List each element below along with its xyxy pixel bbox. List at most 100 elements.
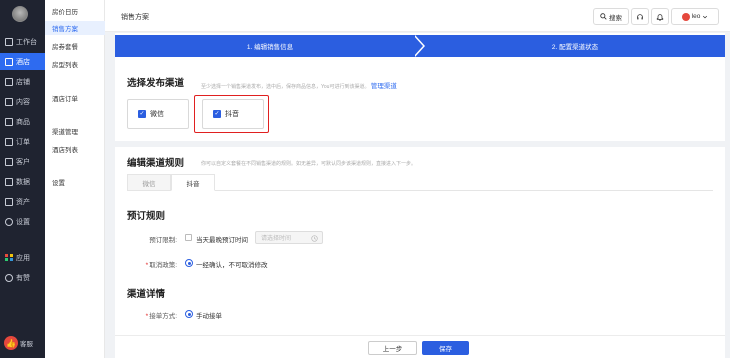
manage-channel-link[interactable]: 管理渠道 [371, 83, 397, 90]
channel-hint-text: 至少选择一个销售渠道发布，选中后，保存商品信息，You可进行到该渠道。 [201, 84, 370, 90]
notification-button[interactable] [651, 8, 669, 25]
save-button[interactable]: 保存 [422, 341, 469, 355]
main-content: 1. 编辑销售信息 2. 配置渠道状态 选择发布渠道 至少选择一个销售渠道发布，… [115, 33, 725, 358]
user-avatar-icon [681, 12, 690, 21]
avatar[interactable] [12, 6, 28, 22]
search-icon [600, 13, 607, 20]
checkbox-checked-icon[interactable]: ✓ [138, 110, 146, 118]
subnav-item-calendar[interactable]: 房价日历 [45, 4, 105, 18]
user-icon [5, 157, 13, 166]
footer-bar: 上一步 保存 [115, 335, 725, 358]
nav-label: 资产 [16, 198, 30, 206]
page-title: 销售方案 [121, 14, 149, 21]
user-menu[interactable]: leo [671, 8, 719, 25]
order-icon [5, 137, 13, 146]
subnav-item-settings[interactable]: 设置 [45, 175, 105, 189]
channel-option-wechat[interactable]: ✓ 微信 [127, 99, 189, 129]
subnav-item-sales-plan[interactable]: 销售方案 [45, 21, 105, 35]
subnav-item-room-types[interactable]: 房型列表 [45, 57, 105, 71]
cancel-policy-radio[interactable] [185, 259, 193, 267]
nav-label: 有赞 [16, 274, 30, 282]
monitor-icon [5, 37, 13, 46]
hotel-icon [5, 57, 13, 66]
chart-icon [5, 177, 13, 186]
kefu-label: 客服 [20, 341, 33, 348]
rules-section-title: 编辑渠道规则 [127, 158, 185, 169]
time-placeholder: 请选择时间 [261, 236, 292, 242]
step-indicator: 1. 编辑销售信息 2. 配置渠道状态 [115, 35, 725, 57]
highlight-box [194, 95, 269, 133]
goods-icon [5, 117, 13, 126]
bell-icon [656, 13, 664, 21]
app-root: 工作台 酒店 店铺 内容 商品 订单 客户 数据 资产 设置 应用 有赞 👍 客服… [0, 0, 730, 358]
booking-section-title: 预订规则 [127, 211, 166, 222]
rules-hint: 你可以自定义套餐在不同销售渠道的规则。如无差异，可默认同步该渠道规则，直接进入下… [201, 161, 417, 167]
store-icon [5, 77, 13, 86]
nav-label: 订单 [16, 138, 30, 146]
customer-service[interactable]: 👍 客服 [4, 336, 33, 350]
nav-item-content[interactable]: 内容 [0, 93, 45, 110]
nav-item-order[interactable]: 订单 [0, 133, 45, 150]
step-1: 1. 编辑销售信息 [115, 35, 425, 57]
accept-mode-label: *接单方式: [135, 310, 177, 320]
accept-mode-radio[interactable] [185, 310, 193, 318]
clock-icon [311, 235, 318, 242]
nav-item-hotel[interactable]: 酒店 [0, 53, 45, 70]
booking-limit-option: 当天最晚预订时间 [196, 237, 248, 244]
prev-step-button[interactable]: 上一步 [368, 341, 417, 355]
accept-mode-label-text: 接单方式: [149, 313, 177, 320]
nav-item-settings[interactable]: 设置 [0, 213, 45, 230]
nav-item-asset[interactable]: 资产 [0, 193, 45, 210]
nav-item-youzan[interactable]: 有赞 [0, 269, 45, 286]
nav-label: 设置 [16, 218, 30, 226]
channel-hint: 至少选择一个销售渠道发布，选中后，保存商品信息，You可进行到该渠道。 管理渠道 [201, 80, 397, 90]
content-icon [5, 97, 13, 106]
nav-label: 工作台 [16, 38, 37, 46]
required-mark: * [145, 313, 149, 320]
gear-icon [5, 217, 13, 226]
support-button[interactable] [631, 8, 649, 25]
subnav-item-channel-mgmt[interactable]: 渠道管理 [45, 124, 105, 138]
step-1-label: 1. 编辑销售信息 [246, 44, 294, 51]
asset-icon [5, 197, 13, 206]
section-divider [115, 141, 725, 147]
search-button[interactable]: 搜索 [593, 8, 629, 25]
nav-item-store[interactable]: 店铺 [0, 73, 45, 90]
booking-limit-label: 预订限制: [149, 237, 177, 244]
nav-item-customer[interactable]: 客户 [0, 153, 45, 170]
nav-item-data[interactable]: 数据 [0, 173, 45, 190]
nav-label: 店铺 [16, 78, 30, 86]
nav-item-apps[interactable]: 应用 [0, 249, 45, 266]
subnav-item-package[interactable]: 房券套餐 [45, 39, 105, 53]
required-mark: * [145, 262, 149, 269]
step-2-label: 2. 配置渠道状态 [551, 44, 599, 51]
channel-tabs: 微信 抖音 [127, 174, 713, 191]
channel-option-label: 微信 [150, 111, 164, 118]
nav-label: 客户 [16, 158, 30, 166]
user-name: leo [691, 13, 701, 20]
nav-label: 数据 [16, 178, 30, 186]
step-2: 2. 配置渠道状态 [425, 35, 725, 57]
chevron-down-icon [703, 15, 708, 18]
subnav-item-hotel-list[interactable]: 酒店列表 [45, 142, 105, 156]
search-label: 搜索 [609, 14, 622, 22]
youzan-icon [5, 273, 13, 282]
cancel-policy-label: *取消政策: [135, 259, 177, 269]
thumbs-up-icon: 👍 [4, 336, 18, 350]
accept-mode-option: 手动接单 [196, 313, 222, 320]
main-nav: 工作台 酒店 店铺 内容 商品 订单 客户 数据 资产 设置 应用 有赞 👍 客服 [0, 0, 45, 358]
time-picker[interactable]: 请选择时间 [255, 231, 323, 244]
tab-douyin[interactable]: 抖音 [171, 174, 215, 191]
apps-icon [5, 253, 13, 262]
channel-section-title: 选择发布渠道 [127, 78, 185, 89]
booking-limit-checkbox[interactable] [185, 234, 192, 241]
step-separator-fill [413, 35, 423, 57]
detail-section-title: 渠道详情 [127, 289, 166, 300]
tab-wechat[interactable]: 微信 [127, 174, 171, 191]
subnav-item-hotel-orders[interactable]: 酒店订单 [45, 91, 105, 105]
nav-item-goods[interactable]: 商品 [0, 113, 45, 130]
cancel-policy-option: 一经确认，不可取消修改 [196, 262, 268, 269]
nav-label: 内容 [16, 98, 30, 106]
nav-label: 商品 [16, 118, 30, 126]
nav-item-workbench[interactable]: 工作台 [0, 33, 45, 50]
